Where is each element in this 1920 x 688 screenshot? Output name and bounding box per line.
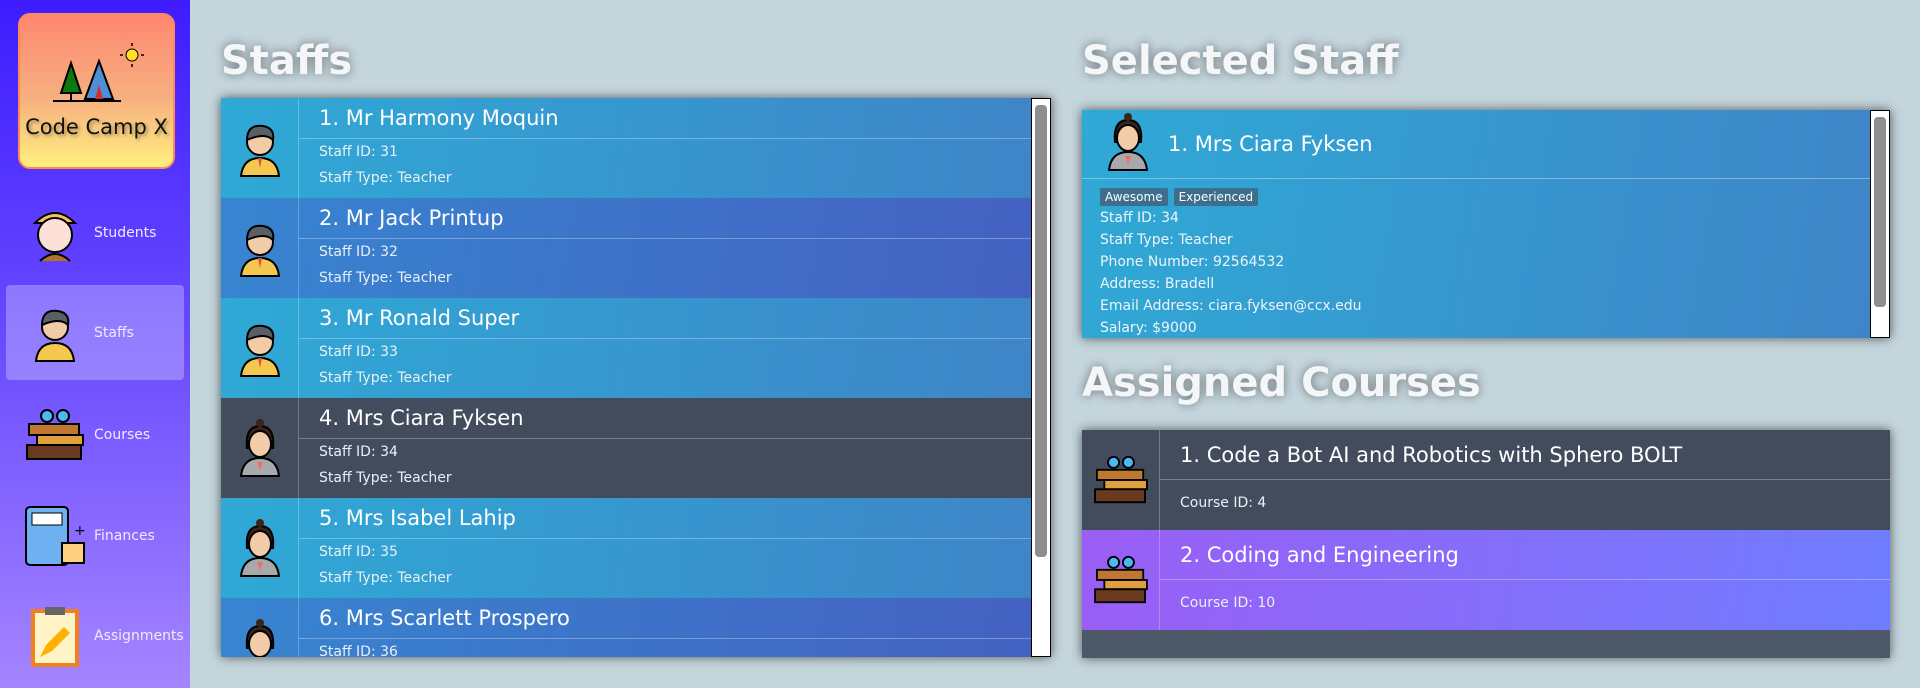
staff-list-item[interactable]: 3. Mr Ronald Super Staff ID: 33 Staff Type… xyxy=(221,298,1051,398)
male-staff-avatar-icon xyxy=(239,224,280,277)
sidebar-item-courses[interactable]: Courses xyxy=(6,387,184,482)
staff-type: Staff Type: Teacher xyxy=(319,570,452,586)
phone-number: Phone Number: 92564532 xyxy=(1100,254,1285,270)
avatar xyxy=(221,298,299,398)
male-staff-avatar-icon xyxy=(239,124,280,177)
sidebar-item-label: Courses xyxy=(94,426,151,443)
staff-id: Staff ID: 35 xyxy=(319,544,398,560)
course-name: 1. Code a Bot AI and Robotics with Spher… xyxy=(1160,430,1890,480)
sidebar-item-assignments[interactable]: Assignments xyxy=(6,588,184,683)
address: Address: Bradell xyxy=(1100,276,1215,292)
course-name: 2. Coding and Engineering xyxy=(1160,530,1890,580)
staffs-title: Staffs xyxy=(221,38,353,84)
sidebar-item-label: Finances xyxy=(94,527,155,544)
female-staff-avatar-icon xyxy=(239,519,280,577)
staff-name: 2. Mr Jack Printup xyxy=(299,198,1051,239)
logo-text: Code Camp X xyxy=(25,115,168,139)
avatar xyxy=(221,98,299,198)
staff-list-item[interactable]: 4. Mrs Ciara Fyksen Staff ID: 34 Staff Typ… xyxy=(221,398,1051,498)
student-icon xyxy=(32,211,78,262)
tag-badge: Experienced xyxy=(1173,188,1259,206)
course-list-item[interactable]: 1. Code a Bot AI and Robotics with Spher… xyxy=(1082,430,1890,530)
sidebar-item-label: Students xyxy=(94,224,157,241)
svg-text:+: + xyxy=(74,523,86,539)
selected-staff-name: 1. Mrs Ciara Fyksen xyxy=(1168,132,1373,156)
course-id: Course ID: 4 xyxy=(1180,495,1267,511)
staff-icon xyxy=(34,309,76,362)
assigned-courses-title: Assigned Courses xyxy=(1082,360,1481,406)
selected-staff-card: 1. Mrs Ciara Fyksen Awesome Experienced S… xyxy=(1082,110,1890,338)
staff-name: 1. Mr Harmony Moquin xyxy=(299,98,1051,139)
staff-name: 4. Mrs Ciara Fyksen xyxy=(299,398,1051,439)
staff-type: Staff Type: Teacher xyxy=(319,270,452,286)
salary: Salary: $9000 xyxy=(1100,320,1197,336)
scrollbar-thumb[interactable] xyxy=(1874,117,1886,307)
sidebar: Code Camp X Students Staffs Courses + Fi… xyxy=(0,0,190,688)
sidebar-item-staffs[interactable]: Staffs xyxy=(6,285,184,380)
staff-id: Staff ID: 36 xyxy=(319,644,398,657)
staff-id: Staff ID: 34 xyxy=(1100,210,1179,226)
staff-type: Staff Type: Teacher xyxy=(1100,232,1233,248)
female-staff-avatar-icon xyxy=(239,419,280,477)
staff-list-item[interactable]: 2. Mr Jack Printup Staff ID: 32 Staff Type… xyxy=(221,198,1051,298)
avatar xyxy=(221,198,299,298)
course-avatar xyxy=(1082,530,1160,630)
selected-staff-title: Selected Staff xyxy=(1082,38,1399,84)
staff-list-scrollbar[interactable] xyxy=(1031,98,1051,657)
male-staff-avatar-icon xyxy=(239,324,280,377)
avatar xyxy=(221,498,299,598)
staff-list-item[interactable]: 5. Mrs Isabel Lahip Staff ID: 35 Staff Typ… xyxy=(221,498,1051,598)
staff-type: Staff Type: Teacher xyxy=(319,170,452,186)
female-staff-avatar-icon xyxy=(245,619,274,657)
female-staff-avatar-icon xyxy=(1107,113,1149,171)
staff-name: 3. Mr Ronald Super xyxy=(299,298,1051,339)
staff-id: Staff ID: 31 xyxy=(319,144,398,160)
staff-list-item[interactable]: 1. Mr Harmony Moquin Staff ID: 31 Staff Ty… xyxy=(221,98,1051,198)
books-icon xyxy=(26,408,84,460)
selected-staff-scrollbar[interactable] xyxy=(1870,110,1890,338)
staff-id: Staff ID: 34 xyxy=(319,444,398,460)
scrollbar-thumb[interactable] xyxy=(1035,105,1047,557)
avatar xyxy=(221,598,299,657)
staff-name: 5. Mrs Isabel Lahip xyxy=(299,498,1051,539)
books-icon xyxy=(1093,455,1148,504)
course-avatar xyxy=(1082,430,1160,530)
staff-type: Staff Type: Teacher xyxy=(319,470,452,486)
course-id: Course ID: 10 xyxy=(1180,595,1276,611)
tag-badge: Awesome xyxy=(1100,188,1168,206)
sidebar-item-label: Staffs xyxy=(94,324,134,341)
books-icon xyxy=(1093,555,1148,604)
calculator-icon: + xyxy=(25,505,86,566)
staff-list: 1. Mr Harmony Moquin Staff ID: 31 Staff Ty… xyxy=(221,98,1051,657)
staff-type: Staff Type: Teacher xyxy=(319,370,452,386)
course-list-item[interactable]: 2. Coding and Engineering Course ID: 10 xyxy=(1082,530,1890,630)
sidebar-item-students[interactable]: Students xyxy=(6,185,184,280)
staff-id: Staff ID: 32 xyxy=(319,244,398,260)
staff-name: 6. Mrs Scarlett Prospero xyxy=(299,598,1051,639)
sidebar-item-label: Assignments xyxy=(94,627,184,644)
female-staff-avatar-icon xyxy=(1102,112,1154,176)
sidebar-item-finances[interactable]: + Finances xyxy=(6,488,184,583)
camp-logo-icon xyxy=(52,43,144,102)
clipboard-icon xyxy=(31,606,79,667)
staff-list-item[interactable]: 6. Mrs Scarlett Prospero Staff ID: 36 xyxy=(221,598,1051,657)
email-address: Email Address: ciara.fyksen@ccx.edu xyxy=(1100,298,1362,314)
assigned-course-list: 1. Code a Bot AI and Robotics with Spher… xyxy=(1082,430,1890,658)
avatar xyxy=(221,398,299,498)
staff-id: Staff ID: 33 xyxy=(319,344,398,360)
app-logo: Code Camp X xyxy=(18,13,175,169)
